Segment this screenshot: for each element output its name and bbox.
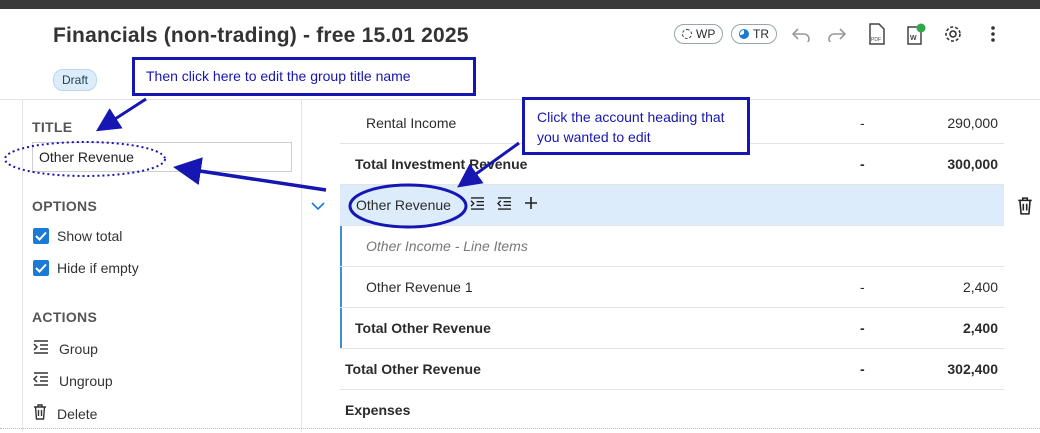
tr-pill-label: TR <box>753 27 769 41</box>
table-row[interactable]: Expenses <box>340 390 1004 431</box>
page-title: Financials (non-trading) - free 15.01 20… <box>53 24 469 47</box>
row-dash: - <box>860 320 865 336</box>
row-label: Other Revenue 1 <box>366 279 473 295</box>
indent-icon <box>33 340 49 357</box>
delete-action-label: Delete <box>57 405 98 422</box>
table-row[interactable]: Other Income - Line Items <box>340 226 1004 267</box>
page-footer-divider <box>0 428 1040 433</box>
row-dash: - <box>860 279 865 295</box>
callout-edit-group-title: Then click here to edit the group title … <box>132 57 476 96</box>
svg-text:W: W <box>910 35 917 42</box>
tr-status-icon <box>739 29 749 39</box>
table-row[interactable]: Total Other Revenue - 302,400 <box>340 349 1004 390</box>
redo-icon[interactable] <box>826 23 848 45</box>
wp-status-icon <box>682 29 692 39</box>
row-amount: 2,400 <box>962 320 998 336</box>
options-section-heading: OPTIONS <box>32 198 98 214</box>
word-export-icon[interactable]: W <box>905 23 927 45</box>
indent-icon[interactable] <box>470 196 485 213</box>
add-icon[interactable] <box>524 196 538 213</box>
show-total-checkbox[interactable] <box>33 228 49 244</box>
show-total-label: Show total <box>57 228 123 244</box>
tr-pill[interactable]: TR <box>731 24 777 44</box>
more-vertical-icon[interactable] <box>982 23 1004 45</box>
group-action-label: Group <box>59 340 98 357</box>
row-amount: 290,000 <box>947 115 998 131</box>
callout-edit-account-heading: Click the account heading that you wante… <box>522 97 750 155</box>
row-label: Other Income - Line Items <box>366 238 528 254</box>
account-heading[interactable]: Other Revenue <box>356 197 451 213</box>
table-row[interactable]: Total Other Revenue - 2,400 <box>340 308 1004 349</box>
pdf-icon[interactable]: PDF <box>866 23 888 45</box>
table-row[interactable]: Other Revenue 1 - 2,400 <box>340 267 1004 308</box>
outdent-icon <box>32 372 49 389</box>
collapse-chevron-icon[interactable] <box>310 199 326 217</box>
wp-pill[interactable]: WP <box>674 24 724 44</box>
group-action[interactable]: Group <box>33 340 98 357</box>
svg-text:PDF: PDF <box>871 37 881 43</box>
row-toolbar <box>470 196 538 213</box>
delete-row-icon[interactable] <box>1017 197 1033 220</box>
status-badge: Draft <box>53 69 98 91</box>
title-section-heading: TITLE <box>32 119 73 135</box>
ungroup-action[interactable]: Ungroup <box>32 372 113 389</box>
show-total-option[interactable]: Show total <box>33 228 122 244</box>
row-dash: - <box>860 361 865 377</box>
row-amount: 2,400 <box>962 279 998 295</box>
undo-icon[interactable] <box>790 23 812 45</box>
row-dash: - <box>860 115 865 131</box>
row-amount: 302,400 <box>947 361 998 377</box>
delete-action[interactable]: Delete <box>33 404 97 423</box>
hide-if-empty-option[interactable]: Hide if empty <box>33 260 139 276</box>
hide-if-empty-checkbox[interactable] <box>33 260 49 276</box>
wp-pill-label: WP <box>696 27 716 41</box>
properties-panel: TITLE Other Revenue OPTIONS Show total H… <box>22 100 302 432</box>
outdent-icon[interactable] <box>497 196 512 213</box>
row-dash: - <box>860 156 865 172</box>
window-top-bar <box>0 0 1040 9</box>
table-row-selected[interactable]: Other Revenue <box>340 185 1004 226</box>
row-label: Total Other Revenue <box>345 361 481 377</box>
trash-icon <box>33 404 47 423</box>
settings-icon[interactable] <box>942 23 964 45</box>
row-label: Expenses <box>345 402 411 418</box>
ungroup-action-label: Ungroup <box>59 372 113 389</box>
row-label: Total Other Revenue <box>355 320 491 336</box>
actions-section-heading: ACTIONS <box>32 309 98 325</box>
row-label: Rental Income <box>366 115 457 131</box>
row-label: Total Investment Revenue <box>355 156 528 172</box>
row-amount: 300,000 <box>947 156 998 172</box>
hide-if-empty-label: Hide if empty <box>57 260 139 276</box>
group-title-input[interactable]: Other Revenue <box>32 142 292 172</box>
